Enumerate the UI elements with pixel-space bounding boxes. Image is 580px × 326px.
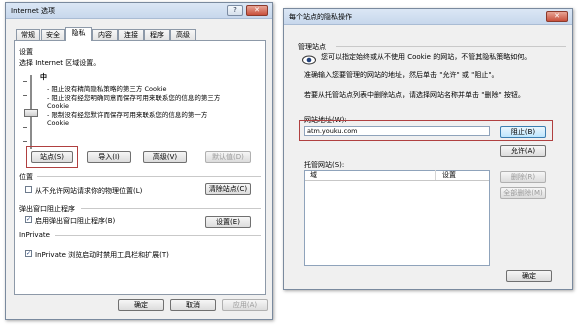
zone-label: 选择 Internet 区域设置。	[19, 59, 101, 67]
list-header: 域 设置	[305, 170, 489, 181]
remove-all-button[interactable]: 全部删除(M)	[500, 187, 546, 199]
clear-sites-button[interactable]: 清除站点(C)	[205, 183, 251, 195]
inprivate-checkbox[interactable]: ✓	[25, 250, 32, 257]
ok-button[interactable]: 确定	[118, 299, 164, 311]
cancel-button[interactable]: 取消	[170, 299, 216, 311]
remove-button[interactable]: 删除(R)	[500, 171, 546, 183]
highlight-box	[299, 120, 553, 141]
highlight-box	[26, 146, 78, 168]
divider	[37, 176, 261, 177]
slider-tick	[23, 127, 27, 128]
popup-checkbox-label: 启用弹出窗口阻止程序(B)	[35, 217, 116, 225]
popup-checkbox[interactable]: ✓	[25, 216, 32, 223]
apply-button[interactable]: 应用(A)	[222, 299, 268, 311]
window-title: 每个站点的隐私操作	[289, 13, 352, 21]
close-button[interactable]: ✕	[546, 11, 568, 22]
import-button[interactable]: 导入(I)	[87, 151, 131, 163]
column-setting[interactable]: 设置	[442, 171, 456, 180]
divider	[55, 235, 261, 236]
slider-tick	[23, 95, 27, 96]
managed-sites-list[interactable]: 域 设置	[304, 170, 490, 266]
bullet-2: - 阻止没有经您明确同意而保存可用来联系您的信息的第三方 Cookie	[47, 94, 221, 110]
description-2: 准确输入您要管理的网站的地址，然后单击 "允许" 或 "阻止"。	[304, 71, 499, 79]
privacy-level: 中	[40, 73, 47, 81]
default-button[interactable]: 默认值(D)	[205, 151, 251, 163]
managed-sites-label: 托管网站(S):	[304, 161, 345, 169]
title-bar: 每个站点的隐私操作 ✕	[284, 9, 572, 25]
description-1: 您可以指定始终或从不使用 Cookie 的网站，不管其隐私策略如何。	[321, 53, 532, 61]
settings-heading: 设置	[19, 48, 33, 56]
help-button[interactable]: ?	[227, 5, 243, 16]
window-title: Internet 选项	[11, 7, 56, 15]
tab-privacy[interactable]: 隐私	[65, 27, 92, 41]
inprivate-heading: InPrivate	[19, 231, 50, 239]
title-bar: Internet 选项 ? ✕	[6, 3, 272, 19]
internet-options-window: Internet 选项 ? ✕ 常规 安全 隐私 内容 连接 程序 高级 设置 …	[5, 2, 273, 320]
slider-tick	[23, 141, 27, 142]
description-3: 若要从托管站点列表中删除站点，请选择网站名称并单击 "删除" 按钮。	[304, 91, 525, 99]
manage-heading: 管理站点	[298, 43, 326, 51]
column-domain[interactable]: 域	[310, 171, 317, 180]
allow-button[interactable]: 允许(A)	[500, 145, 546, 157]
ok-button[interactable]: 确定	[506, 270, 552, 282]
bullet-3: - 限制没有经您默许而保存可用来联系您的信息的第一方 Cookie	[47, 111, 208, 127]
divider	[81, 208, 261, 209]
location-heading: 位置	[19, 173, 33, 181]
privacy-panel: 设置 选择 Internet 区域设置。 中 - 阻止没有精简隐私策略的第三方 …	[14, 40, 266, 295]
per-site-privacy-window: 每个站点的隐私操作 ✕ 管理站点 您可以指定始终或从不使用 Cookie 的网站…	[283, 8, 573, 290]
location-checkbox[interactable]	[25, 186, 32, 193]
bullet-1: - 阻止没有精简隐私策略的第三方 Cookie	[47, 85, 167, 93]
column-divider	[435, 170, 436, 180]
location-checkbox-label: 从不允许网站请求你的物理位置(L)	[35, 187, 143, 195]
popup-settings-button[interactable]: 设置(E)	[205, 216, 251, 228]
close-button[interactable]: ✕	[246, 5, 268, 16]
privacy-slider-thumb[interactable]	[24, 109, 38, 117]
advanced-button[interactable]: 高级(V)	[143, 151, 187, 163]
eye-icon	[302, 55, 316, 65]
popup-heading: 弹出窗口阻止程序	[19, 205, 75, 213]
divider	[336, 46, 566, 47]
inprivate-checkbox-label: InPrivate 浏览启动时禁用工具栏和扩展(T)	[35, 251, 169, 259]
slider-tick	[23, 81, 27, 82]
